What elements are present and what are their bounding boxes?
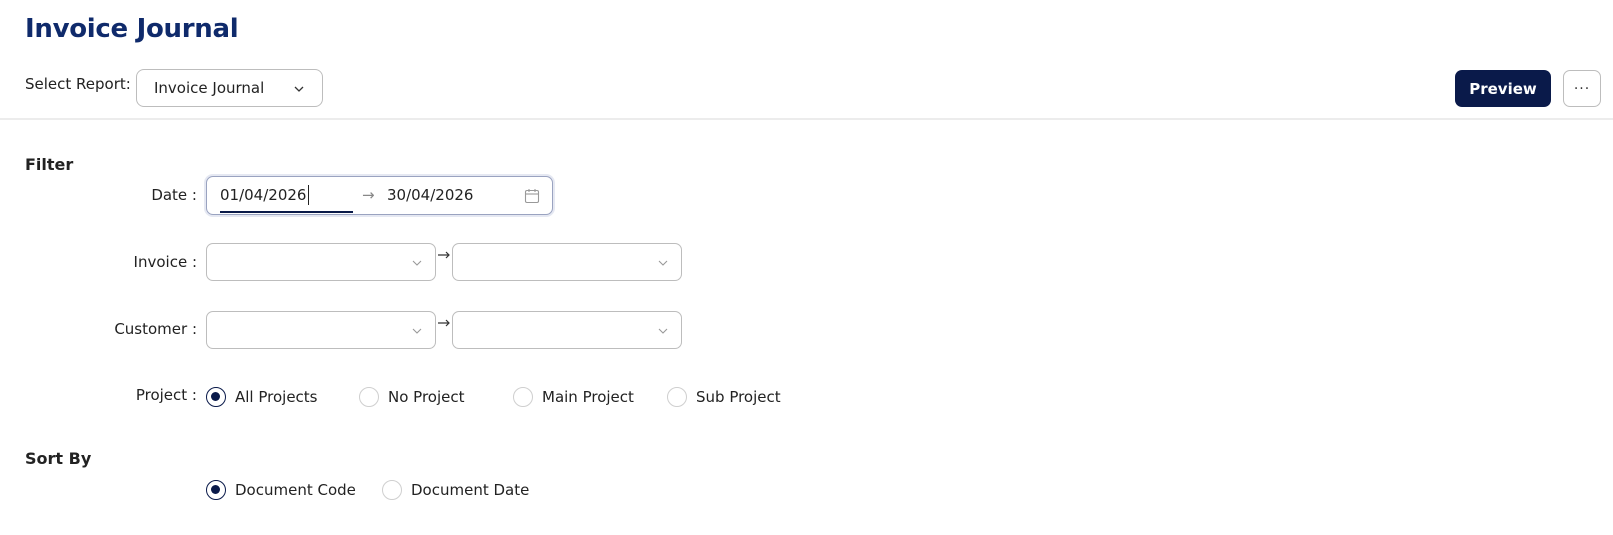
invoice-to-select[interactable]: [452, 243, 682, 281]
invoice-label: Invoice :: [133, 253, 197, 271]
sort-radio-label: Document Code: [235, 481, 356, 499]
chevron-down-icon: [412, 328, 422, 334]
sort-radio-document-date[interactable]: Document Date: [382, 480, 529, 500]
customer-label: Customer :: [114, 320, 197, 338]
radio-indicator: [513, 387, 533, 407]
project-radio-sub[interactable]: Sub Project: [667, 387, 781, 407]
arrow-right-icon: [438, 319, 450, 327]
more-options-button[interactable]: ···: [1563, 70, 1601, 107]
chevron-down-icon: [294, 86, 304, 92]
sort-section-title: Sort By: [25, 449, 92, 468]
project-radio-all[interactable]: All Projects: [206, 387, 318, 407]
report-select-value: Invoice Journal: [154, 79, 265, 97]
radio-indicator: [359, 387, 379, 407]
date-label: Date :: [151, 186, 197, 204]
customer-to-select[interactable]: [452, 311, 682, 349]
project-radio-label: Sub Project: [696, 388, 781, 406]
project-label: Project :: [135, 386, 197, 404]
date-from-input[interactable]: 01/04/2026: [220, 186, 306, 204]
sort-radio-document-code[interactable]: Document Code: [206, 480, 356, 500]
sort-radio-label: Document Date: [411, 481, 530, 499]
chevron-down-icon: [658, 260, 668, 266]
header-divider: [0, 118, 1613, 120]
report-select[interactable]: Invoice Journal: [136, 69, 323, 107]
project-radio-none[interactable]: No Project: [359, 387, 465, 407]
arrow-right-icon: [438, 251, 450, 259]
project-radio-label: Main Project: [542, 388, 634, 406]
radio-indicator: [206, 480, 226, 500]
active-input-underline: [220, 211, 353, 213]
project-radio-label: No Project: [388, 388, 465, 406]
date-to-input[interactable]: 30/04/2026: [387, 186, 473, 204]
project-radio-label: All Projects: [235, 388, 318, 406]
customer-from-select[interactable]: [206, 311, 436, 349]
chevron-down-icon: [412, 260, 422, 266]
invoice-from-select[interactable]: [206, 243, 436, 281]
preview-button[interactable]: Preview: [1455, 70, 1551, 107]
calendar-icon[interactable]: [524, 188, 540, 204]
date-range-picker[interactable]: 01/04/2026 → 30/04/2026: [206, 176, 553, 215]
chevron-down-icon: [658, 328, 668, 334]
text-caret: [308, 185, 309, 205]
radio-indicator: [382, 480, 402, 500]
more-icon: ···: [1573, 80, 1591, 97]
radio-indicator: [667, 387, 687, 407]
filter-section-title: Filter: [25, 155, 74, 174]
project-radio-main[interactable]: Main Project: [513, 387, 634, 407]
date-range-arrow: →: [362, 186, 375, 204]
page-title: Invoice Journal: [25, 14, 239, 44]
select-report-label: Select Report:: [25, 75, 131, 93]
radio-indicator: [206, 387, 226, 407]
